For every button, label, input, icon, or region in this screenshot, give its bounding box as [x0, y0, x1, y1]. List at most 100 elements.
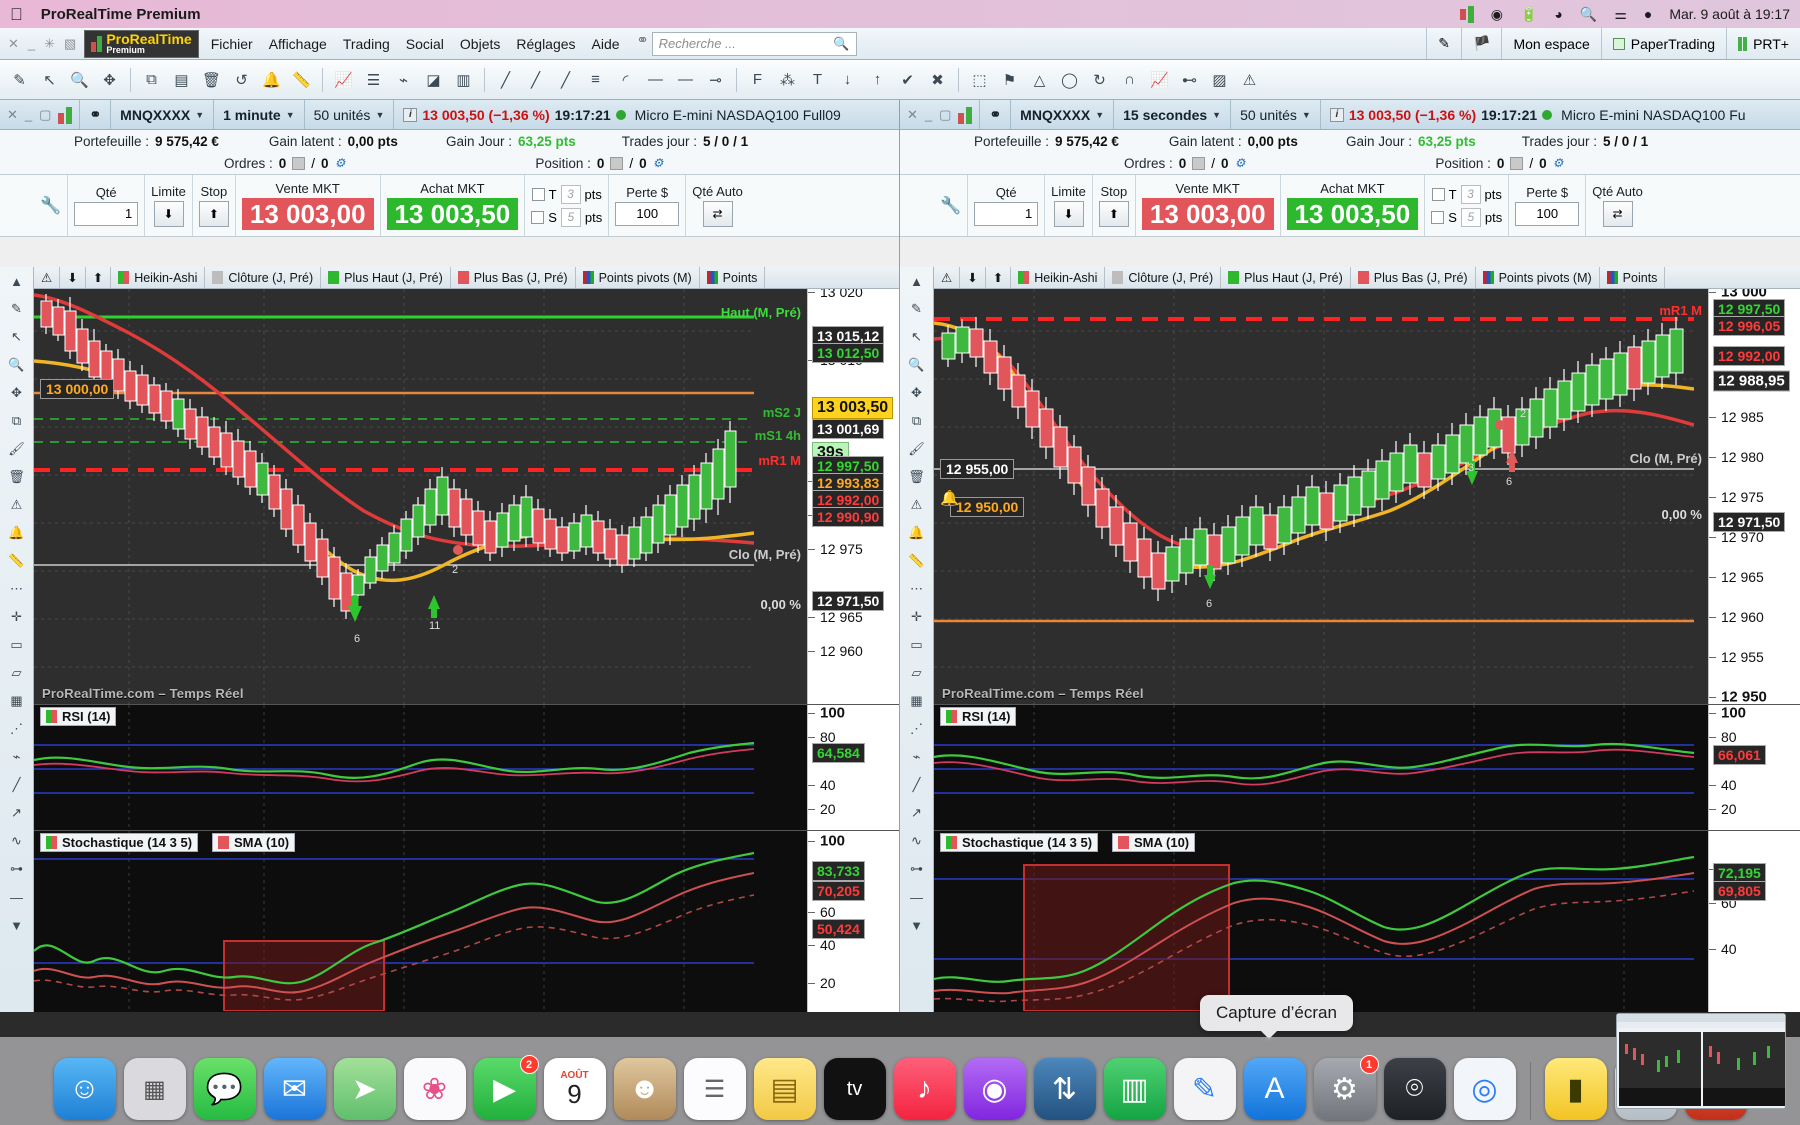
dock-item-prt-trader[interactable]: ⇅ — [1034, 1058, 1096, 1120]
mon-espace-button[interactable]: Mon espace — [1501, 28, 1600, 59]
paint-icon[interactable]: 🖌 — [4, 437, 30, 461]
scroll-up-button[interactable]: ⬆ — [86, 267, 111, 288]
rect-icon[interactable]: ▭ — [4, 633, 30, 657]
line-red-icon[interactable]: ╱ — [904, 773, 930, 797]
scroll-up-icon[interactable]: ▲ — [4, 269, 30, 293]
ruler-icon[interactable]: 📏 — [288, 65, 315, 95]
prt-logo[interactable]: ProRealTimePremium — [84, 30, 198, 58]
achat-mkt-button[interactable]: 13 003,50 — [387, 198, 519, 230]
pane-2-instrument-selector[interactable]: MNQXXXX▼ — [1010, 100, 1113, 129]
dock-item-settings[interactable]: ⚙1 — [1314, 1058, 1376, 1120]
prtplus-button[interactable]: PRT+ — [1726, 28, 1800, 59]
alert-bell-icon[interactable]: 🔔 — [940, 489, 959, 507]
dock-item-appletv[interactable]: tv — [824, 1058, 886, 1120]
pane-2-link-icon[interactable]: ⚭ — [979, 100, 1010, 129]
scroll-down-icon[interactable]: ▼ — [4, 913, 30, 937]
dock-item-podcasts[interactable]: ◉ — [964, 1058, 1026, 1120]
dock-item-reminders[interactable]: ☰ — [684, 1058, 746, 1120]
pane-1-price-axis[interactable]: 13 020 13 010 12 985 12 980 12 975 12 96… — [807, 289, 899, 704]
node-icon[interactable]: ⊶ — [4, 857, 30, 881]
refresh-icon[interactable]: ↻ — [1086, 65, 1113, 95]
scroll-down-icon[interactable]: ▼ — [904, 913, 930, 937]
pane-1-stoch-axis[interactable]: 100 60 40 20 83,733 70,205 50,424 — [807, 831, 899, 1012]
ruler-icon[interactable]: 📏 — [4, 549, 30, 573]
alert-icon[interactable]: ⚠ — [34, 267, 60, 288]
cross-icon[interactable]: ✖ — [924, 65, 951, 95]
candles-icon[interactable] — [958, 106, 972, 124]
crosshair-icon[interactable]: ✛ — [4, 605, 30, 629]
crosshair-icon[interactable]: ✛ — [904, 605, 930, 629]
paint-icon[interactable]: 🖌 — [904, 437, 930, 461]
node-icon[interactable]: ⊶ — [904, 857, 930, 881]
edit-icon[interactable]: ▧ — [64, 36, 76, 52]
close-position-icon[interactable] — [1510, 157, 1523, 170]
pane-1-price-chart[interactable]: 2 11 6 13 000,00 Haut (M, Pré) mS2 J mS1… — [34, 289, 899, 704]
arrow-up-icon[interactable]: ↑ — [864, 65, 891, 95]
pen-chart-icon[interactable]: ✎ — [1426, 28, 1461, 59]
qte-input[interactable]: 1 — [74, 202, 138, 226]
qte-auto-button[interactable]: ⇄ — [1603, 201, 1633, 227]
alert-icon[interactable]: 🔔 — [258, 65, 285, 95]
grid-icon[interactable]: ▦ — [4, 689, 30, 713]
pane-1-stochastique-plot[interactable]: Stochastique (14 3 5) SMA (10) — [34, 831, 807, 1012]
candles-icon[interactable] — [58, 106, 72, 124]
achat-mkt-button[interactable]: 13 003,50 — [1287, 198, 1419, 230]
dock-item-prt-chart[interactable]: ▮ — [1545, 1058, 1607, 1120]
dock-item-facetime[interactable]: ▶2 — [474, 1058, 536, 1120]
pane-1-price-plot[interactable]: 2 11 6 13 000,00 Haut (M, Pré) mS2 J mS1… — [34, 289, 807, 704]
pencil-icon[interactable]: ✎ — [6, 65, 33, 95]
notify-icon[interactable]: 🔔 — [904, 521, 930, 545]
pane-1-stoch-title[interactable]: Stochastique (14 3 5) — [40, 833, 198, 852]
s-input[interactable]: 5 — [561, 208, 581, 227]
chart-line-icon[interactable]: ⌁ — [390, 65, 417, 95]
s-checkbox[interactable] — [531, 211, 544, 224]
indicator-heikin-ashi[interactable]: Heikin-Ashi — [1011, 267, 1105, 288]
dock-item-finder[interactable]: ☺ — [54, 1058, 116, 1120]
indicator-cloture[interactable]: Clôture (J, Pré) — [205, 267, 321, 288]
pane-2-stochastique-plot[interactable]: Stochastique (14 3 5) SMA (10) — [934, 831, 1708, 1012]
dock-item-appstore[interactable]: A — [1244, 1058, 1306, 1120]
close-position-icon[interactable] — [610, 157, 623, 170]
hline-icon[interactable]: ⊸ — [702, 65, 729, 95]
gear-icon[interactable]: ⚙ — [1235, 156, 1246, 170]
chart-area-icon[interactable]: ◪ — [420, 65, 447, 95]
perte-input[interactable]: 100 — [615, 202, 679, 226]
indicator-plus-haut[interactable]: Plus Haut (J, Pré) — [321, 267, 451, 288]
search-icon[interactable]: 🔍 — [1580, 6, 1597, 23]
scatter-icon[interactable]: ⁂ — [774, 65, 801, 95]
pane-2-rsi-axis[interactable]: 100 80 40 20 66,061 — [1708, 705, 1800, 830]
dock-item-maps[interactable]: ➤ — [334, 1058, 396, 1120]
zigzag-icon[interactable]: ⌁ — [4, 745, 30, 769]
menu-fichier[interactable]: Fichier — [211, 36, 253, 52]
trash-icon[interactable]: 🗑 — [4, 465, 30, 489]
gear-icon[interactable]: ⚙ — [653, 156, 664, 170]
pane-1-rsi-panel[interactable]: RSI (14) 100 80 40 20 64,584 — [34, 704, 899, 830]
vente-mkt-button[interactable]: 13 003,00 — [242, 198, 374, 230]
line-orange-icon[interactable]: ― — [4, 885, 30, 909]
maximize-icon[interactable]: ▢ — [939, 107, 951, 123]
trend-down-icon[interactable]: ╱ — [552, 65, 579, 95]
indicator-points[interactable]: Points — [1600, 267, 1666, 288]
control-center-icon[interactable]: ⚌ — [1614, 6, 1627, 23]
menu-reglages[interactable]: Réglages — [516, 36, 575, 52]
apple-icon[interactable]:  — [10, 6, 23, 23]
pane-2-rsi-title[interactable]: RSI (14) — [940, 707, 1016, 726]
line-orange-icon[interactable]: ― — [904, 885, 930, 909]
qte-input[interactable]: 1 — [974, 202, 1038, 226]
arrow-down-icon[interactable]: ↓ — [834, 65, 861, 95]
dock-item-screenshot[interactable]: ⌾ — [1384, 1058, 1446, 1120]
line-red-icon[interactable]: ╱ — [4, 773, 30, 797]
cancel-orders-icon[interactable] — [292, 157, 305, 170]
papertrading-button[interactable]: PaperTrading — [1601, 28, 1726, 59]
menu-social[interactable]: Social — [406, 36, 444, 52]
wifi-icon[interactable]: ◕ — [1554, 6, 1562, 22]
pencil-icon[interactable]: ✎ — [4, 297, 30, 321]
maximize-icon[interactable]: ▢ — [39, 107, 51, 123]
link2-icon[interactable]: ⊷ — [1176, 65, 1203, 95]
pane-2-stochastique-panel[interactable]: Stochastique (14 3 5) SMA (10) 80 60 40 … — [934, 830, 1800, 1012]
menu-affichage[interactable]: Affichage — [269, 36, 327, 52]
chart-bar-icon[interactable]: 📈 — [330, 65, 357, 95]
pane-2-stoch-title[interactable]: Stochastique (14 3 5) — [940, 833, 1098, 852]
stop-button[interactable]: ⬆ — [1099, 201, 1129, 227]
arrow-icon[interactable]: ↗ — [4, 801, 30, 825]
